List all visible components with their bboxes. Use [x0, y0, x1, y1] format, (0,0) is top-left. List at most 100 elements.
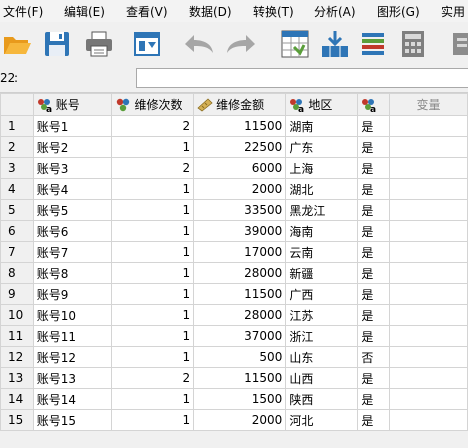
- cell-repair-amount[interactable]: 28000: [193, 262, 287, 284]
- cell-account[interactable]: 账号1: [32, 115, 113, 137]
- menu-file[interactable]: 文件(F): [3, 3, 43, 20]
- cell-account[interactable]: 账号7: [32, 241, 113, 263]
- cell-empty[interactable]: [388, 283, 468, 305]
- cell-flag[interactable]: 是: [357, 136, 390, 158]
- cell-repair-count[interactable]: 1: [111, 199, 195, 221]
- row-number[interactable]: 4: [0, 178, 34, 200]
- cell-repair-amount[interactable]: 28000: [193, 304, 287, 326]
- cell-region[interactable]: 山东: [285, 346, 359, 368]
- column-header-empty-variable[interactable]: 变量: [388, 93, 468, 116]
- cell-region[interactable]: 湖北: [285, 178, 359, 200]
- cell-repair-count[interactable]: 1: [111, 220, 195, 242]
- row-number[interactable]: 9: [0, 283, 34, 305]
- cell-region[interactable]: 陕西: [285, 388, 359, 410]
- cell-account[interactable]: 账号9: [32, 283, 113, 305]
- cell-flag[interactable]: 否: [357, 346, 390, 368]
- cell-empty[interactable]: [388, 367, 468, 389]
- cell-region[interactable]: 广西: [285, 283, 359, 305]
- row-number[interactable]: 12: [0, 346, 34, 368]
- goto-variable-icon[interactable]: [318, 28, 352, 60]
- cell-flag[interactable]: 是: [357, 115, 390, 137]
- cell-region[interactable]: 上海: [285, 157, 359, 179]
- cell-repair-count[interactable]: 2: [111, 367, 195, 389]
- cell-empty[interactable]: [388, 304, 468, 326]
- goto-case-icon[interactable]: [278, 28, 312, 60]
- cell-repair-count[interactable]: 1: [111, 388, 195, 410]
- row-number[interactable]: 13: [0, 367, 34, 389]
- cell-flag[interactable]: 是: [357, 283, 390, 305]
- menu-analyze[interactable]: 分析(A): [314, 3, 356, 20]
- column-header-repair-amount[interactable]: 维修金额: [193, 93, 287, 116]
- cell-repair-count[interactable]: 1: [111, 346, 195, 368]
- cell-flag[interactable]: 是: [357, 367, 390, 389]
- cell-region[interactable]: 浙江: [285, 325, 359, 347]
- cell-flag[interactable]: 是: [357, 388, 390, 410]
- cell-account[interactable]: 账号4: [32, 178, 113, 200]
- open-folder-icon[interactable]: [0, 28, 34, 60]
- cell-flag[interactable]: 是: [357, 262, 390, 284]
- cell-repair-amount[interactable]: 500: [193, 346, 287, 368]
- cell-region[interactable]: 新疆: [285, 262, 359, 284]
- row-number[interactable]: 11: [0, 325, 34, 347]
- column-header-account[interactable]: a 账号: [32, 93, 113, 116]
- more-icon[interactable]: [440, 28, 468, 60]
- cell-repair-count[interactable]: 2: [111, 157, 195, 179]
- row-number[interactable]: 15: [0, 409, 34, 431]
- cell-repair-amount[interactable]: 2000: [193, 409, 287, 431]
- column-header-flag[interactable]: a: [357, 93, 390, 116]
- cell-flag[interactable]: 是: [357, 157, 390, 179]
- cell-empty[interactable]: [388, 409, 468, 431]
- column-header-repair-count[interactable]: 维修次数: [111, 93, 195, 116]
- cell-repair-count[interactable]: 1: [111, 304, 195, 326]
- cell-empty[interactable]: [388, 241, 468, 263]
- cell-account[interactable]: 账号2: [32, 136, 113, 158]
- cell-empty[interactable]: [388, 115, 468, 137]
- cell-account[interactable]: 账号10: [32, 304, 113, 326]
- cell-empty[interactable]: [388, 346, 468, 368]
- cell-account[interactable]: 账号5: [32, 199, 113, 221]
- cell-repair-amount[interactable]: 2000: [193, 178, 287, 200]
- print-icon[interactable]: [82, 28, 116, 60]
- save-icon[interactable]: [40, 28, 74, 60]
- cell-empty[interactable]: [388, 136, 468, 158]
- cell-repair-amount[interactable]: 11500: [193, 367, 287, 389]
- menu-utilities[interactable]: 实用: [441, 3, 465, 20]
- cell-flag[interactable]: 是: [357, 325, 390, 347]
- cell-repair-amount[interactable]: 37000: [193, 325, 287, 347]
- cell-repair-amount[interactable]: 11500: [193, 283, 287, 305]
- cell-empty[interactable]: [388, 325, 468, 347]
- cell-repair-count[interactable]: 1: [111, 241, 195, 263]
- cell-flag[interactable]: 是: [357, 241, 390, 263]
- menu-view[interactable]: 查看(V): [126, 3, 168, 20]
- cell-repair-amount[interactable]: 1500: [193, 388, 287, 410]
- cell-flag[interactable]: 是: [357, 409, 390, 431]
- cell-account[interactable]: 账号14: [32, 388, 113, 410]
- dialog-recall-icon[interactable]: [130, 28, 164, 60]
- menu-edit[interactable]: 编辑(E): [64, 3, 105, 20]
- cell-empty[interactable]: [388, 199, 468, 221]
- cell-repair-count[interactable]: 1: [111, 409, 195, 431]
- cell-account[interactable]: 账号12: [32, 346, 113, 368]
- cell-region[interactable]: 云南: [285, 241, 359, 263]
- cell-repair-count[interactable]: 1: [111, 283, 195, 305]
- cell-region[interactable]: 黑龙江: [285, 199, 359, 221]
- cell-account[interactable]: 账号11: [32, 325, 113, 347]
- undo-icon[interactable]: [182, 28, 216, 60]
- corner-cell[interactable]: [0, 93, 34, 116]
- cell-empty[interactable]: [388, 178, 468, 200]
- row-number[interactable]: 5: [0, 199, 34, 221]
- column-header-region[interactable]: a 地区: [285, 93, 359, 116]
- menu-transform[interactable]: 转换(T): [253, 3, 294, 20]
- cell-repair-amount[interactable]: 6000: [193, 157, 287, 179]
- row-number[interactable]: 2: [0, 136, 34, 158]
- row-number[interactable]: 10: [0, 304, 34, 326]
- cell-empty[interactable]: [388, 220, 468, 242]
- cell-account[interactable]: 账号6: [32, 220, 113, 242]
- cell-flag[interactable]: 是: [357, 199, 390, 221]
- cell-empty[interactable]: [388, 157, 468, 179]
- cell-region[interactable]: 广东: [285, 136, 359, 158]
- row-number[interactable]: 7: [0, 241, 34, 263]
- row-number[interactable]: 1: [0, 115, 34, 137]
- cell-empty[interactable]: [388, 388, 468, 410]
- cell-region[interactable]: 河北: [285, 409, 359, 431]
